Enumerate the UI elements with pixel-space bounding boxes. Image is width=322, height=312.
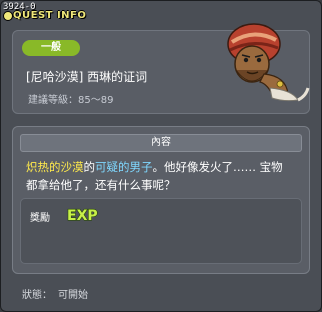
desc-text: 。他好像发火了…… 宝物 [152, 160, 283, 174]
window-title: QUEST INFO [13, 10, 87, 21]
desc-text-line2: 都拿给他了，还有什么事呢？ [26, 178, 176, 192]
exp-text: EXP [67, 208, 98, 224]
npc-portrait-icon [227, 23, 310, 102]
content-section-header: 內容 [20, 134, 302, 152]
status-value: 可開始 [58, 290, 88, 301]
quest-status: 狀態： 可開始 [22, 286, 88, 301]
quest-category-badge: 一般 [22, 40, 80, 56]
quest-description: 炽热的沙漠的可疑的男子。他好像发火了…… 宝物 都拿给他了，还有什么事呢？ [26, 158, 302, 194]
desc-npc-highlight: 可疑的男子 [95, 160, 153, 174]
title-bullet-icon [3, 11, 13, 21]
desc-location-highlight: 炽热的沙漠 [26, 160, 84, 174]
reward-panel [20, 198, 302, 264]
quest-name: [尼哈沙漠] 西琳的证词 [26, 70, 148, 84]
exp-icon: EXP [66, 207, 98, 224]
reward-label: 獎勵 [30, 213, 50, 224]
quest-recommended-level: 建議等級：85～89 [28, 95, 114, 106]
status-label: 狀態： [22, 290, 52, 301]
desc-text: 的 [83, 160, 96, 174]
